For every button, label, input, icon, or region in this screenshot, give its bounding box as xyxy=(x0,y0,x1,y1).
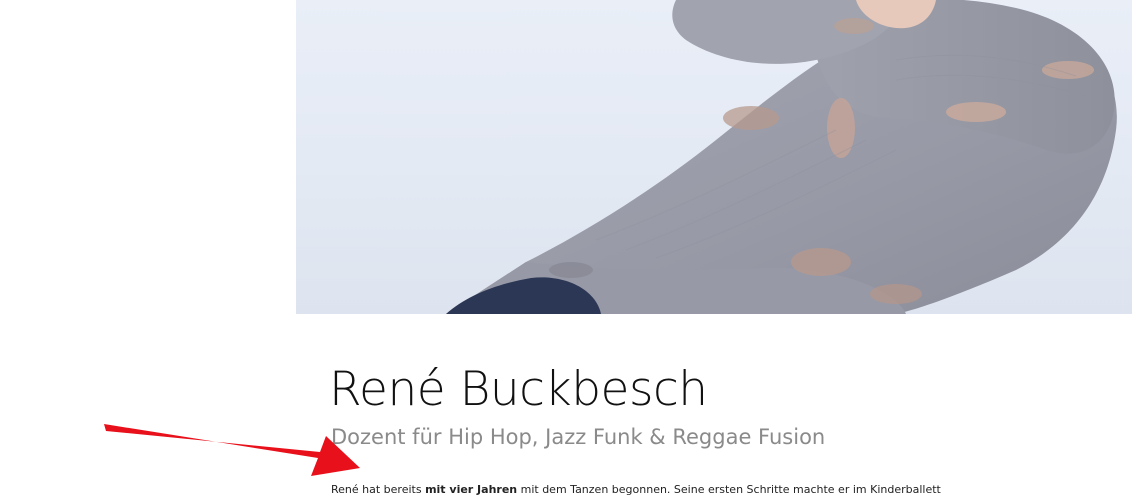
bio-text-start: René hat bereits xyxy=(331,483,426,496)
bio-highlight: mit vier Jahren xyxy=(425,483,518,496)
bio-text-end: mit dem Tanzen begonnen. Seine ersten Sc… xyxy=(517,483,941,496)
hero-photo xyxy=(296,0,1132,314)
instructor-name: René Buckbesch xyxy=(329,362,708,417)
instructor-role: Dozent für Hip Hop, Jazz Funk & Reggae F… xyxy=(331,425,826,449)
instructor-bio: René hat bereits mit vier Jahren mit dem… xyxy=(331,482,941,498)
page: René Buckbesch Dozent für Hip Hop, Jazz … xyxy=(0,0,1132,500)
dancer-photo-icon xyxy=(446,0,1117,314)
